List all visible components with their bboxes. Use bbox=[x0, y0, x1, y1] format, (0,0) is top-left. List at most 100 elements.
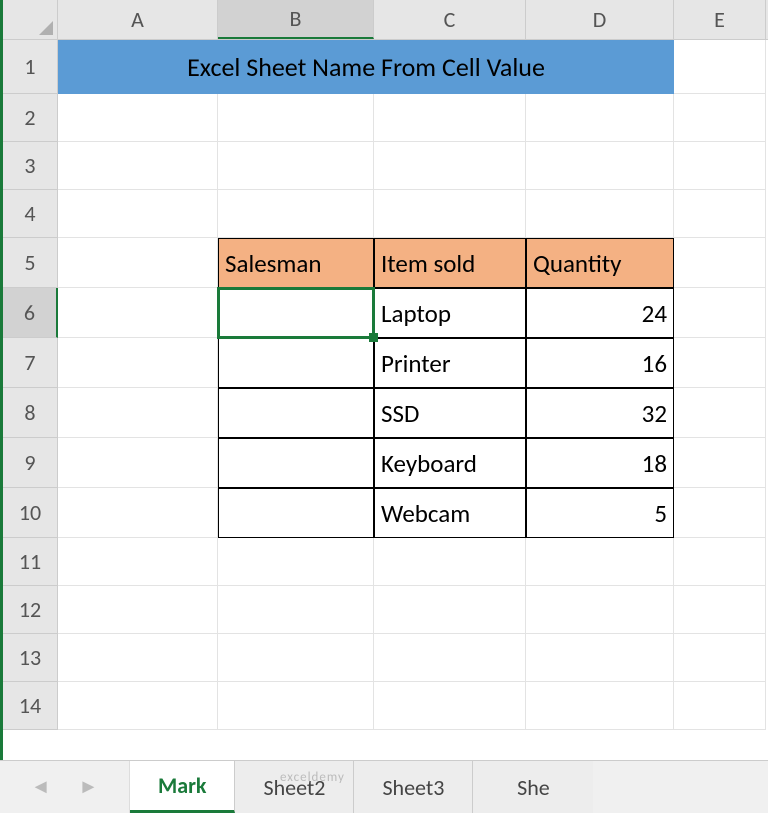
cell-A4[interactable] bbox=[58, 190, 218, 238]
sheet-tab-active[interactable]: Mark bbox=[130, 761, 235, 813]
cell-B8[interactable] bbox=[218, 388, 374, 438]
sheet-tab-2[interactable]: Sheet2 bbox=[235, 761, 354, 813]
cell-E5[interactable] bbox=[674, 238, 766, 288]
tab-nav-arrows[interactable]: ◄ ► bbox=[0, 761, 130, 813]
row-header-6[interactable]: 6 bbox=[3, 288, 58, 338]
cell-D13[interactable] bbox=[526, 634, 674, 682]
row-header-10[interactable]: 10 bbox=[3, 488, 58, 538]
cell-B4[interactable] bbox=[218, 190, 374, 238]
row-header-12[interactable]: 12 bbox=[3, 586, 58, 634]
row-header-8[interactable]: 8 bbox=[3, 388, 58, 438]
cell-A6[interactable] bbox=[58, 288, 218, 338]
title-cell[interactable]: Excel Sheet Name From Cell Value bbox=[58, 40, 674, 94]
cell-C13[interactable] bbox=[374, 634, 526, 682]
cell-qty-4[interactable]: 5 bbox=[526, 488, 674, 538]
header-qty[interactable]: Quantity bbox=[526, 238, 674, 288]
col-header-B[interactable]: B bbox=[218, 0, 374, 39]
cell-C2[interactable] bbox=[374, 94, 526, 142]
col-header-D[interactable]: D bbox=[526, 0, 674, 39]
cell-E14[interactable] bbox=[674, 682, 766, 730]
cell-B11[interactable] bbox=[218, 538, 374, 586]
cell-A2[interactable] bbox=[58, 94, 218, 142]
cell-B13[interactable] bbox=[218, 634, 374, 682]
cell-E3[interactable] bbox=[674, 142, 766, 190]
cell-C3[interactable] bbox=[374, 142, 526, 190]
row-header-4[interactable]: 4 bbox=[3, 190, 58, 238]
row-header-2[interactable]: 2 bbox=[3, 94, 58, 142]
cell-E1[interactable] bbox=[674, 40, 766, 94]
cell-qty-2[interactable]: 32 bbox=[526, 388, 674, 438]
col-header-A[interactable]: A bbox=[58, 0, 218, 39]
cell-D3[interactable] bbox=[526, 142, 674, 190]
cell-E8[interactable] bbox=[674, 388, 766, 438]
cell-E6[interactable] bbox=[674, 288, 766, 338]
cell-E4[interactable] bbox=[674, 190, 766, 238]
worksheet-area: ABCDE 1234567891011121314 Excel Sheet Na… bbox=[0, 0, 768, 760]
cell-E13[interactable] bbox=[674, 634, 766, 682]
cell-D4[interactable] bbox=[526, 190, 674, 238]
cell-B10[interactable] bbox=[218, 488, 374, 538]
cell-qty-1[interactable]: 16 bbox=[526, 338, 674, 388]
sheet-tab-label: Mark bbox=[158, 772, 206, 799]
row-header-9[interactable]: 9 bbox=[3, 438, 58, 488]
cell-E7[interactable] bbox=[674, 338, 766, 388]
header-salesman[interactable]: Salesman bbox=[218, 238, 374, 288]
cell-C11[interactable] bbox=[374, 538, 526, 586]
cell-D14[interactable] bbox=[526, 682, 674, 730]
cell-D11[interactable] bbox=[526, 538, 674, 586]
cell-B2[interactable] bbox=[218, 94, 374, 142]
cell-E9[interactable] bbox=[674, 438, 766, 488]
cell-B14[interactable] bbox=[218, 682, 374, 730]
cell-E12[interactable] bbox=[674, 586, 766, 634]
cell-A10[interactable] bbox=[58, 488, 218, 538]
cell-item-0[interactable]: Laptop bbox=[374, 288, 526, 338]
fill-handle[interactable] bbox=[369, 333, 378, 342]
row-header-11[interactable]: 11 bbox=[3, 538, 58, 586]
cell-C12[interactable] bbox=[374, 586, 526, 634]
cell-C4[interactable] bbox=[374, 190, 526, 238]
cell-D2[interactable] bbox=[526, 94, 674, 142]
cell-E10[interactable] bbox=[674, 488, 766, 538]
cell-A14[interactable] bbox=[58, 682, 218, 730]
cell-item-3[interactable]: Keyboard bbox=[374, 438, 526, 488]
sheet-tab-label: Sheet3 bbox=[382, 774, 444, 801]
cell-A5[interactable] bbox=[58, 238, 218, 288]
header-item[interactable]: Item sold bbox=[374, 238, 526, 288]
row-header-14[interactable]: 14 bbox=[3, 682, 58, 730]
cell-D12[interactable] bbox=[526, 586, 674, 634]
row-header-7[interactable]: 7 bbox=[3, 338, 58, 388]
cell-A9[interactable] bbox=[58, 438, 218, 488]
cell-A8[interactable] bbox=[58, 388, 218, 438]
cell-A13[interactable] bbox=[58, 634, 218, 682]
cell-value: Laptop bbox=[381, 298, 451, 329]
row-header-1[interactable]: 1 bbox=[3, 40, 58, 94]
col-header-C[interactable]: C bbox=[374, 0, 526, 39]
cell-A3[interactable] bbox=[58, 142, 218, 190]
row-header-3[interactable]: 3 bbox=[3, 142, 58, 190]
cell-value: Keyboard bbox=[381, 448, 477, 479]
cell-B12[interactable] bbox=[218, 586, 374, 634]
cell-value: Quantity bbox=[533, 248, 621, 279]
cell-B9[interactable] bbox=[218, 438, 374, 488]
sheet-tab-3[interactable]: Sheet3 bbox=[354, 761, 473, 813]
cell-B7[interactable] bbox=[218, 338, 374, 388]
cell-E2[interactable] bbox=[674, 94, 766, 142]
select-all-corner[interactable] bbox=[3, 0, 58, 40]
sheet-tab-4[interactable]: She bbox=[473, 761, 593, 813]
cell-item-4[interactable]: Webcam bbox=[374, 488, 526, 538]
cell-qty-0[interactable]: 24 bbox=[526, 288, 674, 338]
cell-qty-3[interactable]: 18 bbox=[526, 438, 674, 488]
cell-E11[interactable] bbox=[674, 538, 766, 586]
cell-item-1[interactable]: Printer bbox=[374, 338, 526, 388]
cell-value: 32 bbox=[642, 398, 667, 429]
cell-C14[interactable] bbox=[374, 682, 526, 730]
cell-A7[interactable] bbox=[58, 338, 218, 388]
row-header-5[interactable]: 5 bbox=[3, 238, 58, 288]
row-header-13[interactable]: 13 bbox=[3, 634, 58, 682]
cell-A12[interactable] bbox=[58, 586, 218, 634]
cell-B6[interactable] bbox=[218, 288, 374, 338]
col-header-E[interactable]: E bbox=[674, 0, 766, 39]
cell-A11[interactable] bbox=[58, 538, 218, 586]
cell-item-2[interactable]: SSD bbox=[374, 388, 526, 438]
cell-B3[interactable] bbox=[218, 142, 374, 190]
